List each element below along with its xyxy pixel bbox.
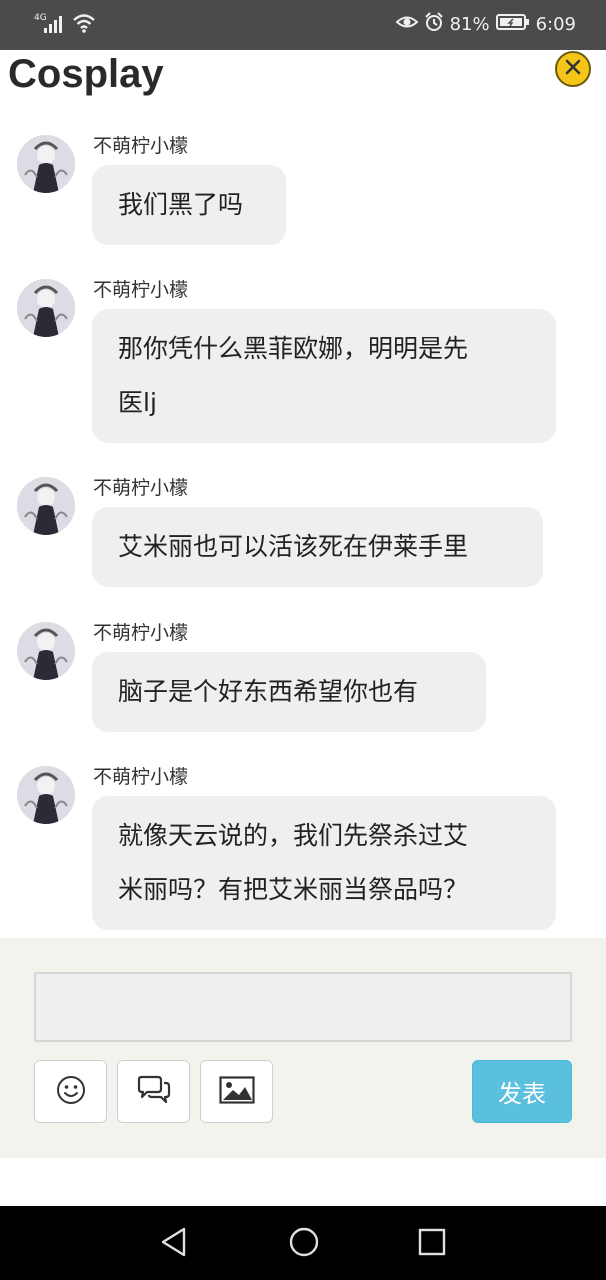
wifi-icon [72,12,96,38]
message-text-line: 米丽吗？有把艾米丽当祭品吗？ [118,875,469,904]
message-text-line: 那你凭什么黑菲欧娜，明明是先 [118,334,469,363]
sender-name: 不萌柠小檬 [93,279,189,301]
message-text: 我们黑了吗 [118,190,244,219]
emoji-button[interactable] [34,1060,107,1123]
status-bar: 4G 81% 6:09 [0,0,606,50]
image-icon [218,1075,255,1108]
compose-panel: 发表 [0,938,606,1158]
page-title: Cosplay [8,52,164,96]
message-bubble: 脑子是个好东西希望你也有 [92,652,486,732]
send-button[interactable]: 发表 [472,1060,572,1123]
battery-percent: 81% [449,14,490,35]
back-icon[interactable] [159,1226,189,1262]
avatar[interactable] [17,766,75,824]
message-input[interactable] [34,972,572,1042]
navigation-bar [0,1206,606,1280]
sender-name: 不萌柠小檬 [93,135,189,157]
status-right: 81% 6:09 [395,12,576,37]
chat-bubbles-icon [136,1075,172,1109]
message-bubble: 那你凭什么黑菲欧娜，明明是先 医lj [92,309,556,443]
clock: 6:09 [535,14,576,35]
message-text: 脑子是个好东西希望你也有 [118,677,419,706]
signal-icon: 4G [34,12,64,38]
sender-name: 不萌柠小檬 [93,622,189,644]
recents-icon[interactable] [417,1226,447,1262]
avatar[interactable] [17,622,75,680]
message-text: 艾米丽也可以活该死在伊莱手里 [118,532,469,561]
image-button[interactable] [200,1060,273,1123]
message-bubble: 艾米丽也可以活该死在伊莱手里 [92,507,543,587]
message-text-line: 医lj [118,388,157,417]
avatar[interactable] [17,279,75,337]
close-button[interactable] [555,51,591,87]
quote-button[interactable] [117,1060,190,1123]
message-bubble: 就像天云说的，我们先祭杀过艾 米丽吗？有把艾米丽当祭品吗？ [92,796,556,930]
network-type-label: 4G [34,13,47,23]
status-left: 4G [34,12,96,38]
message-text-line: 就像天云说的，我们先祭杀过艾 [118,821,469,850]
message-bubble: 我们黑了吗 [92,165,286,245]
home-icon[interactable] [288,1226,320,1262]
smiley-icon [55,1074,87,1110]
sender-name: 不萌柠小檬 [93,477,189,499]
alarm-icon [424,12,444,37]
avatar[interactable] [17,135,75,193]
sender-name: 不萌柠小檬 [93,766,189,788]
battery-icon [495,13,530,36]
avatar[interactable] [17,477,75,535]
eye-comfort-icon [395,13,419,36]
close-icon [563,57,583,81]
